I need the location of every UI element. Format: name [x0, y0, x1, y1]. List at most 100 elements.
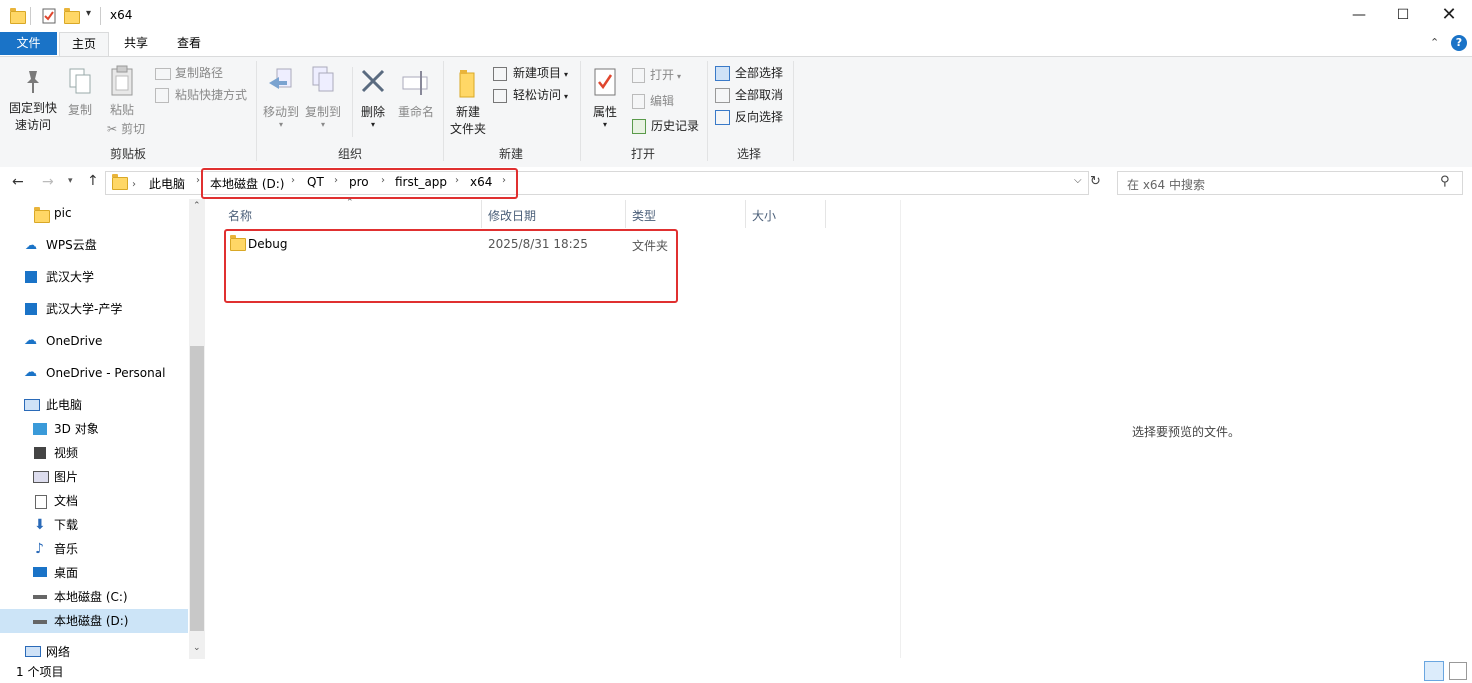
nav-item-documents[interactable]: 文档 — [0, 489, 188, 513]
folder-icon — [112, 174, 128, 193]
tab-file[interactable]: 文件 — [0, 32, 57, 55]
nav-item-videos[interactable]: 视频 — [0, 441, 188, 465]
new-item-label: 新建项目 — [513, 66, 562, 80]
nav-item-pictures[interactable]: 图片 — [0, 465, 188, 489]
drive-icon — [33, 595, 47, 599]
history-button[interactable]: 历史记录 — [632, 116, 699, 136]
chevron-right-icon[interactable]: › — [196, 175, 200, 186]
paste-shortcut-button[interactable]: 粘贴快捷方式 — [155, 85, 247, 105]
nav-item-disk-d[interactable]: 本地磁盘 (D:) — [0, 609, 188, 633]
pin-label-1: 固定到快 — [8, 101, 57, 115]
highlight-box — [224, 229, 678, 303]
copy-path-icon — [155, 67, 171, 80]
column-header-type[interactable]: 类型 — [632, 207, 656, 224]
nav-item-downloads[interactable]: ⬇ 下载 — [0, 513, 188, 537]
nav-item-this-pc[interactable]: 此电脑 — [0, 393, 188, 417]
rename-button[interactable]: 重命名 — [394, 69, 438, 121]
collapse-ribbon-icon[interactable]: ⌃ — [1430, 36, 1439, 49]
select-none-button[interactable]: 全部取消 — [715, 85, 783, 105]
nav-item-desktop[interactable]: 桌面 — [0, 561, 188, 585]
address-dropdown-icon[interactable]: ⌵ — [1074, 175, 1082, 186]
nav-item-onedrive[interactable]: ☁ OneDrive — [0, 329, 188, 353]
delete-button[interactable]: 删除 ▾ — [356, 67, 390, 129]
column-header-name[interactable]: 名称 — [228, 207, 252, 224]
cube-icon — [33, 423, 47, 435]
paste-button[interactable]: 粘贴 — [104, 65, 140, 119]
pin-quick-access-button[interactable]: 固定到快 速访问 — [4, 69, 62, 134]
nav-item-label: 图片 — [54, 470, 79, 484]
minimize-button[interactable]: — — [1336, 0, 1382, 32]
search-input[interactable]: 在 x64 中搜索 ⚲ — [1117, 171, 1463, 195]
properties-quick-icon[interactable] — [42, 8, 56, 24]
nav-item-music[interactable]: ♪ 音乐 — [0, 537, 188, 561]
column-header-modified[interactable]: 修改日期 — [488, 207, 536, 224]
edit-button[interactable]: 编辑 — [632, 91, 674, 111]
scroll-down-icon[interactable]: ⌄ — [193, 643, 201, 653]
tab-view[interactable]: 查看 — [165, 32, 213, 55]
tab-share[interactable]: 共享 — [112, 32, 160, 55]
rename-label: 重命名 — [397, 105, 434, 119]
scroll-up-icon[interactable]: ⌃ — [193, 201, 201, 211]
nav-item-whu[interactable]: 武汉大学 — [0, 265, 188, 289]
new-folder-quick-icon[interactable] — [64, 8, 80, 24]
column-header-size[interactable]: 大小 — [752, 207, 776, 224]
nav-item-onedrive-personal[interactable]: ☁ OneDrive - Personal — [0, 361, 188, 385]
up-icon[interactable]: ↑ — [87, 173, 99, 189]
tab-home[interactable]: 主页 — [59, 32, 109, 57]
divider — [745, 200, 746, 228]
recent-locations-icon[interactable]: ▾ — [68, 176, 73, 186]
scrollbar-thumb[interactable] — [190, 346, 204, 631]
copy-label: 复制 — [67, 103, 92, 117]
new-item-button[interactable]: 新建项目 ▾ — [493, 63, 568, 83]
history-label: 历史记录 — [651, 119, 700, 133]
divider — [100, 7, 101, 25]
nav-item-3d-objects[interactable]: 3D 对象 — [0, 417, 188, 441]
forward-icon[interactable]: → — [42, 174, 54, 190]
nav-item-whu-industry[interactable]: 武汉大学-产学 — [0, 297, 188, 321]
close-button[interactable]: ✕ — [1426, 0, 1472, 32]
nav-item-disk-c[interactable]: 本地磁盘 (C:) — [0, 585, 188, 609]
download-icon: ⬇ — [34, 517, 46, 533]
rename-icon — [402, 71, 428, 95]
window-title: x64 — [110, 8, 133, 22]
chevron-down-icon: ▾ — [370, 120, 375, 129]
chevron-right-icon[interactable]: › — [132, 179, 136, 190]
copy-to-button[interactable]: 复制到 ▾ — [303, 65, 343, 129]
nav-item-label: 视频 — [54, 446, 79, 460]
select-group-label: 选择 — [736, 147, 761, 161]
open-icon — [632, 68, 645, 83]
nav-scrollbar[interactable]: ⌃ ⌄ — [189, 199, 205, 659]
divider — [443, 61, 444, 161]
chevron-down-icon: ▾ — [602, 120, 607, 129]
invert-selection-icon — [715, 110, 730, 125]
copy-button[interactable]: 复制 — [62, 67, 98, 119]
new-folder-button[interactable]: 新建 文件夹 — [446, 67, 490, 138]
select-all-button[interactable]: 全部选择 — [715, 63, 783, 83]
divider — [625, 200, 626, 228]
copy-path-button[interactable]: 复制路径 — [155, 63, 223, 83]
details-view-icon[interactable] — [1424, 661, 1444, 681]
breadcrumb-this-pc[interactable]: 此电脑 — [149, 175, 185, 192]
onedrive-icon: ☁ — [24, 365, 37, 380]
nav-item-label: OneDrive - Personal — [46, 366, 166, 380]
nav-item-pic[interactable]: pic — [0, 201, 188, 225]
cut-button[interactable]: ✂ 剪切 — [107, 119, 145, 139]
new-group-label: 新建 — [498, 147, 523, 161]
back-icon[interactable]: ← — [12, 174, 24, 190]
computer-icon — [24, 399, 40, 411]
move-to-button[interactable]: 移动到 ▾ — [261, 67, 301, 129]
maximize-button[interactable]: ☐ — [1380, 0, 1426, 32]
nav-item-wps-cloud[interactable]: ☁ WPS云盘 — [0, 233, 188, 257]
help-icon[interactable]: ? — [1451, 35, 1467, 51]
large-icons-view-icon[interactable] — [1449, 662, 1467, 680]
customize-toolbar-icon[interactable]: ▾ — [86, 8, 91, 19]
properties-button[interactable]: 属性 ▾ — [588, 67, 622, 129]
search-icon[interactable]: ⚲ — [1440, 174, 1450, 189]
ribbon: 固定到快 速访问 复制 粘贴 复制路径 粘贴快捷方式 ✂ 剪切 剪贴板 移动到 ▾… — [0, 56, 1472, 168]
refresh-icon[interactable]: ↻ — [1090, 174, 1101, 189]
open-button[interactable]: 打开 ▾ — [632, 65, 681, 85]
picture-icon — [33, 471, 49, 483]
invert-selection-button[interactable]: 反向选择 — [715, 107, 783, 127]
easy-access-button[interactable]: 轻松访问 ▾ — [493, 85, 568, 105]
nav-item-label: 武汉大学 — [46, 270, 95, 284]
